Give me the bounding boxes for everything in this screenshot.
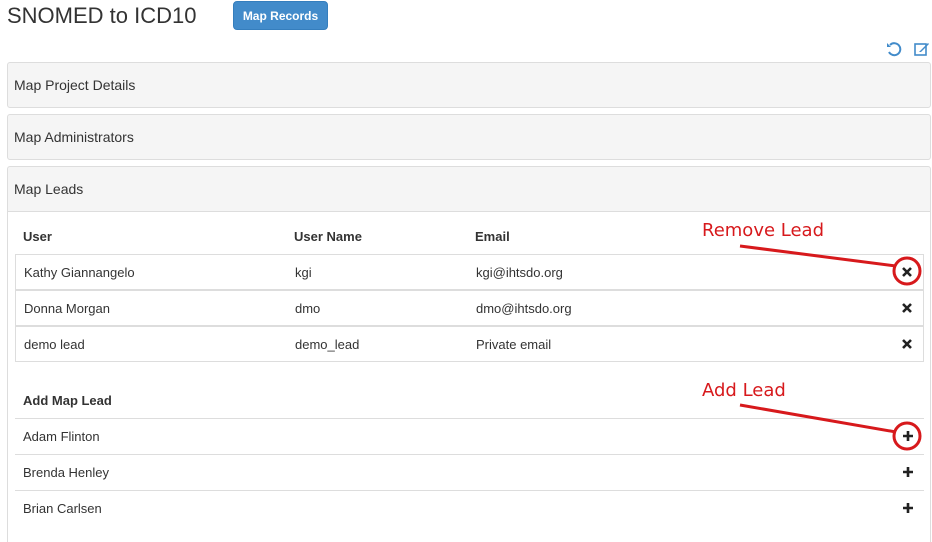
table-row: Donna Morgan dmo dmo@ihtsdo.org xyxy=(15,290,924,326)
add-lead-annotation: Add Lead xyxy=(702,380,786,401)
username-cell: demo_lead xyxy=(295,337,360,352)
table-row: Kathy Giannangelo kgi kgi@ihtsdo.org xyxy=(15,254,924,290)
user-cell: Donna Morgan xyxy=(24,301,110,316)
list-item: Adam Flinton xyxy=(15,418,924,454)
column-header-username: User Name xyxy=(294,229,362,244)
panel-label: Map Leads xyxy=(14,181,84,197)
panel-label: Map Project Details xyxy=(14,77,136,93)
add-map-lead-heading: Add Map Lead xyxy=(23,393,112,408)
panel-map-leads[interactable]: Map Leads xyxy=(7,166,931,212)
list-item: Brian Carlsen xyxy=(15,490,924,528)
panel-label: Map Administrators xyxy=(14,129,134,145)
email-cell: kgi@ihtsdo.org xyxy=(476,265,563,280)
add-lead-icon[interactable] xyxy=(902,430,914,442)
panel-map-project-details[interactable]: Map Project Details xyxy=(7,62,931,108)
remove-lead-icon[interactable] xyxy=(901,266,913,278)
add-lead-icon[interactable] xyxy=(902,466,914,478)
list-item: Brenda Henley xyxy=(15,454,924,490)
column-header-email: Email xyxy=(475,229,510,244)
user-cell: demo lead xyxy=(24,337,85,352)
username-cell: dmo xyxy=(295,301,321,316)
username-cell: kgi xyxy=(295,265,312,280)
undo-icon[interactable] xyxy=(886,41,902,57)
remove-lead-icon[interactable] xyxy=(901,338,913,350)
user-cell: Brian Carlsen xyxy=(23,501,102,516)
table-row: demo lead demo_lead Private email xyxy=(15,326,924,362)
page-title: SNOMED to ICD10 xyxy=(7,3,197,28)
map-records-button[interactable]: Map Records xyxy=(233,1,328,30)
user-cell: Kathy Giannangelo xyxy=(24,265,135,280)
email-cell: Private email xyxy=(476,337,552,352)
column-header-user: User xyxy=(23,229,52,244)
remove-lead-annotation: Remove Lead xyxy=(702,220,825,241)
add-lead-icon[interactable] xyxy=(902,502,914,514)
user-cell: Brenda Henley xyxy=(23,465,109,480)
remove-lead-icon[interactable] xyxy=(901,302,913,314)
email-cell: dmo@ihtsdo.org xyxy=(476,301,572,316)
user-cell: Adam Flinton xyxy=(23,429,100,444)
edit-icon[interactable] xyxy=(914,41,930,57)
panel-map-administrators[interactable]: Map Administrators xyxy=(7,114,931,160)
